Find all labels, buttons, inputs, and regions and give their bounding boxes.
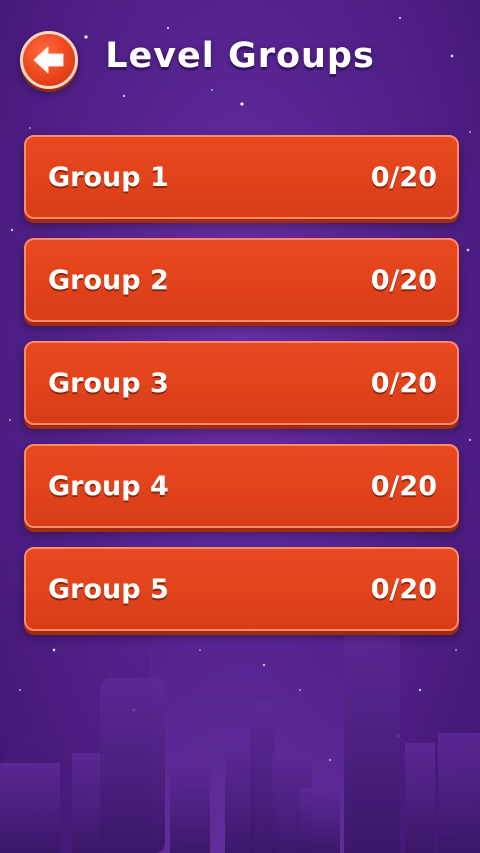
group-name: Group 3 <box>48 367 169 399</box>
group-name: Group 1 <box>48 161 169 193</box>
group-name: Group 2 <box>48 264 169 296</box>
group-button-1[interactable]: Group 1 0/20 <box>24 135 459 219</box>
group-progress: 0/20 <box>370 264 437 296</box>
group-button-3[interactable]: Group 3 0/20 <box>24 341 459 425</box>
group-name: Group 5 <box>48 573 169 605</box>
group-button-2[interactable]: Group 2 0/20 <box>24 238 459 322</box>
group-progress: 0/20 <box>370 470 437 502</box>
group-name: Group 4 <box>48 470 169 502</box>
header-bar: Level Groups <box>0 0 480 120</box>
level-group-list: Group 1 0/20 Group 2 0/20 Group 3 0/20 G… <box>24 135 459 650</box>
city-skyline <box>0 623 480 853</box>
group-button-4[interactable]: Group 4 0/20 <box>24 444 459 528</box>
group-button-5[interactable]: Group 5 0/20 <box>24 547 459 631</box>
page-title: Level Groups <box>105 36 375 76</box>
group-progress: 0/20 <box>370 161 437 193</box>
group-progress: 0/20 <box>370 367 437 399</box>
group-progress: 0/20 <box>370 573 437 605</box>
